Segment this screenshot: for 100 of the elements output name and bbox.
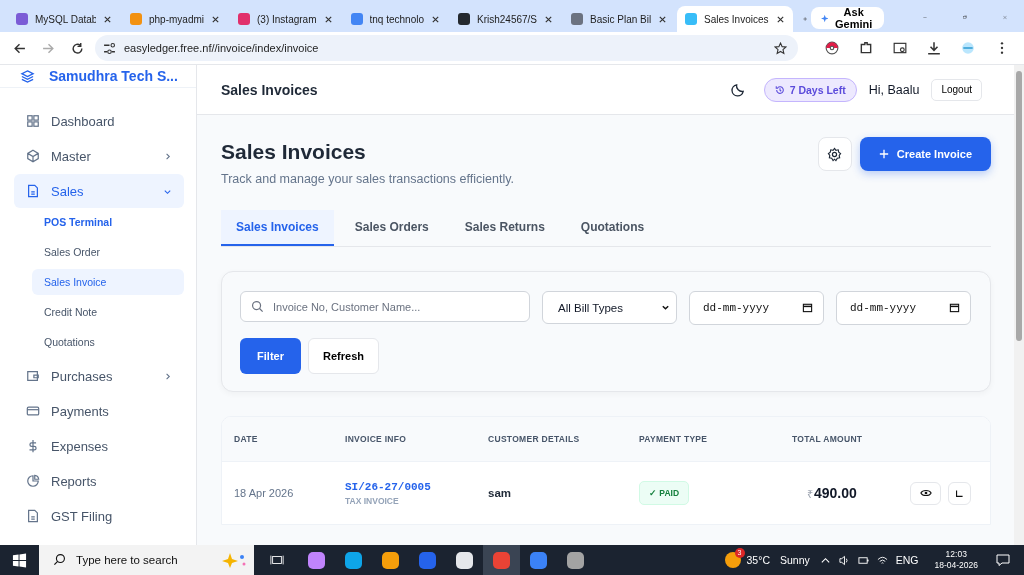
close-icon[interactable] [431,14,440,24]
box-icon [26,149,40,163]
sidebar-item[interactable]: Purchases [14,359,184,393]
invoice-number-link[interactable]: SI/26-27/0005 [345,480,431,493]
column-header: PAYMENT TYPE [639,434,709,444]
sun-icon[interactable] [724,552,741,568]
clock-time[interactable]: 12:03 [945,549,967,560]
browser-tab[interactable]: php-myadmi [122,6,229,32]
close-icon[interactable] [658,14,668,24]
sparkle-icon [820,12,829,24]
weather-text: Sunny [779,554,810,566]
search-icon [53,553,66,566]
sidebar-subitem[interactable]: POS Terminal [32,209,184,235]
page-title: Sales Invoices [221,140,367,164]
taskbar-search-field[interactable]: Type here to search [39,545,254,575]
logout-button[interactable]: Logout [931,78,982,101]
copy-button[interactable] [948,481,971,505]
tab[interactable]: Sales Orders [339,210,444,246]
wallet-icon [26,369,40,383]
layers-icon [20,68,35,84]
page-subtitle: Track and manage your sales transactions efficiently. [221,172,514,186]
tab[interactable]: Sales Returns [449,210,560,246]
sidebar-item[interactable]: Master [14,139,184,173]
address-bar[interactable]: easyledger.free.nf//invoice/index/invoice [95,35,798,61]
plus-icon [878,149,889,159]
close-icon[interactable] [323,14,333,24]
language-indicator[interactable]: ENG [895,554,919,566]
create-invoice-button[interactable]: Create Invoice [859,137,991,171]
browser-tab[interactable]: (3) Instagram [230,6,341,32]
pie-icon [26,474,40,488]
column-header: DATE [234,434,259,444]
sidebar-item[interactable]: Dashboard [14,104,184,138]
back-icon[interactable] [13,41,26,55]
ball-icon[interactable] [825,41,839,55]
calendar-icon[interactable] [949,302,960,313]
close-icon[interactable] [211,14,221,24]
moon-icon[interactable] [730,82,746,97]
card-icon [26,404,40,418]
windows-start-icon[interactable] [12,552,27,568]
date-cell-text: 18 Apr 2026 [234,487,295,499]
clock-date[interactable]: 18-04-2026 [934,560,978,571]
search-field[interactable]: Invoice No, Customer Name... [240,291,530,322]
search-icon [251,300,264,313]
sidebar-item[interactable]: Expenses [14,429,184,463]
invoice-type: TAX INVOICE [345,495,399,506]
settings-button[interactable] [817,137,852,171]
close-icon[interactable] [103,14,112,24]
tab[interactable]: Quotations [565,210,660,246]
wifi-icon[interactable] [876,554,888,566]
ask-gemini-button[interactable]: Ask Gemini [810,7,885,29]
browser-tab[interactable]: Sales Invoices [677,6,793,32]
speaker-icon[interactable] [838,554,850,566]
bill-type-select[interactable]: All Bill Types [542,291,677,324]
battery-icon[interactable] [857,554,869,566]
star-icon[interactable] [774,41,787,55]
greeting: Hi, Baalu [868,82,920,97]
scrollbar[interactable] [1014,65,1024,545]
task-view-icon[interactable] [270,553,284,567]
sidebar-item[interactable]: Payments [14,394,184,428]
notifications-icon[interactable] [996,553,1010,567]
column-header: TOTAL AMOUNT [792,434,864,444]
sidebar-subitem[interactable]: Quotations [32,329,184,355]
header-title: Sales Invoices [221,81,318,98]
column-header: CUSTOMER DETAILS [488,434,581,444]
browser-tab[interactable]: tnq technolo [342,6,448,32]
file-icon [26,509,40,523]
tab[interactable]: Sales Invoices [221,210,334,246]
column-header: INVOICE INFO [345,434,408,444]
sidebar-item[interactable]: Reports [14,464,184,498]
amount-cell: 490.00 [814,485,857,501]
brand-name: Samudhra Tech S... [49,68,178,84]
browser-tab[interactable]: Krish24567/S [450,6,562,32]
sidebar-item[interactable]: GST Filing [14,499,184,533]
view-button[interactable] [910,481,941,505]
calendar-icon[interactable] [802,302,813,313]
currency-symbol: ₹ [807,486,813,501]
browser-tab[interactable]: Basic Plan Bil [563,6,676,32]
sidebar-subitem[interactable]: Sales Invoice [32,269,184,295]
gear-icon [827,146,843,162]
sidebar-subitem[interactable]: Sales Order [32,239,184,265]
refresh-button[interactable]: Refresh [308,338,379,374]
close-icon[interactable] [544,14,554,24]
filter-button[interactable]: Filter [240,338,301,374]
eye-icon [919,487,932,499]
reload-icon[interactable] [71,41,84,55]
temperature: 35°C [746,554,770,566]
status-badge: ✓ PAID [639,481,690,505]
extensions-icon[interactable] [859,41,873,55]
download-icon[interactable] [927,41,941,55]
tab-search-icon[interactable] [893,41,907,55]
sidebar-subitem[interactable]: Credit Note [32,299,184,325]
close-icon[interactable] [775,14,785,24]
sidebar-item[interactable]: Sales [14,174,184,208]
history-icon [774,84,785,95]
date-field[interactable]: dd-mm-yyyy [689,291,824,325]
site-settings-icon[interactable] [103,41,116,55]
grid-icon [26,114,40,128]
date-field[interactable]: dd-mm-yyyy [836,291,971,325]
trial-text: 7 Days Left [789,83,846,96]
dollar-icon [26,439,40,453]
